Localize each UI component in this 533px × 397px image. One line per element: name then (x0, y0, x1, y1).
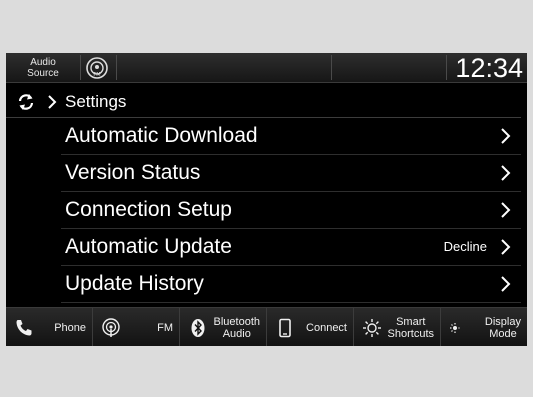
audio-source-label-line1: Audio (30, 56, 56, 68)
page-title: Settings (65, 92, 127, 111)
bottom-shortcut-bar: Phone FM Bluetooth Audio Connect Smart S… (6, 307, 527, 346)
chevron-right-icon (501, 165, 511, 181)
settings-item-label: Automatic Download (65, 124, 258, 147)
audio-source-button[interactable]: Audio Source (8, 55, 78, 80)
phone-button[interactable]: Phone (6, 308, 93, 346)
bluetooth-icon (191, 319, 205, 337)
bottom-label-line1: Bluetooth (213, 315, 260, 328)
fm-radio-icon (102, 318, 120, 337)
chevron-right-icon (501, 239, 511, 255)
settings-list: Automatic Download Version Status Connec… (61, 118, 521, 303)
audio-source-label-line2: Source (27, 67, 59, 79)
bottom-label-line1: FM (157, 321, 173, 334)
smartphone-icon (279, 318, 291, 338)
fm-label: FM (157, 308, 173, 346)
bottom-label-line1: Display (484, 315, 521, 328)
settings-item-version-status[interactable]: Version Status (61, 155, 521, 192)
bottom-label-line1: Phone (54, 321, 86, 334)
settings-item-connection-setup[interactable]: Connection Setup (61, 192, 521, 229)
infotainment-screen: Audio Source FM 12:34 Settings Automatic (6, 53, 527, 346)
breadcrumb-chevron-icon (48, 95, 57, 109)
display-mode-button[interactable]: Display Mode (441, 308, 527, 346)
clock: 12:34 (455, 53, 523, 83)
status-divider (446, 55, 447, 80)
settings-item-label: Automatic Update (65, 235, 232, 258)
settings-item-label: Update History (65, 272, 204, 295)
settings-item-label: Version Status (65, 161, 201, 184)
display-mode-icon (450, 323, 468, 333)
connect-button[interactable]: Connect (267, 308, 354, 346)
connect-label: Connect (306, 308, 347, 346)
status-divider (331, 55, 332, 80)
smart-shortcuts-button[interactable]: Smart Shortcuts (354, 308, 441, 346)
bottom-label-line1: Smart (396, 315, 426, 328)
status-divider (116, 55, 117, 80)
svg-text:FM: FM (93, 72, 100, 78)
bottom-label-line2: Audio (222, 327, 251, 340)
chevron-right-icon (501, 276, 511, 292)
settings-item-automatic-download[interactable]: Automatic Download (61, 118, 521, 155)
bottom-label-line1: Connect (306, 321, 347, 334)
settings-header: Settings (6, 86, 527, 118)
settings-item-automatic-update[interactable]: Automatic Update Decline (61, 229, 521, 266)
fm-button[interactable]: FM (93, 308, 180, 346)
smart-shortcuts-icon (363, 319, 381, 337)
phone-icon (16, 320, 32, 336)
bottom-label-line2: Shortcuts (387, 327, 434, 340)
status-divider (80, 55, 81, 80)
settings-item-update-history[interactable]: Update History (61, 266, 521, 303)
display-mode-label: Display Mode (485, 308, 521, 346)
phone-label: Phone (54, 308, 86, 346)
bluetooth-audio-label: Bluetooth Audio (214, 308, 260, 346)
chevron-right-icon (501, 202, 511, 218)
settings-item-value: Decline (443, 239, 487, 254)
fm-radio-icon: FM (86, 57, 108, 79)
bottom-label-line2: Mode (489, 327, 517, 340)
back-icon[interactable] (16, 92, 36, 112)
settings-item-label: Connection Setup (65, 198, 232, 221)
bluetooth-audio-button[interactable]: Bluetooth Audio (180, 308, 267, 346)
smart-shortcuts-label: Smart Shortcuts (388, 308, 434, 346)
chevron-right-icon (501, 128, 511, 144)
status-bar: Audio Source FM 12:34 (6, 53, 527, 83)
